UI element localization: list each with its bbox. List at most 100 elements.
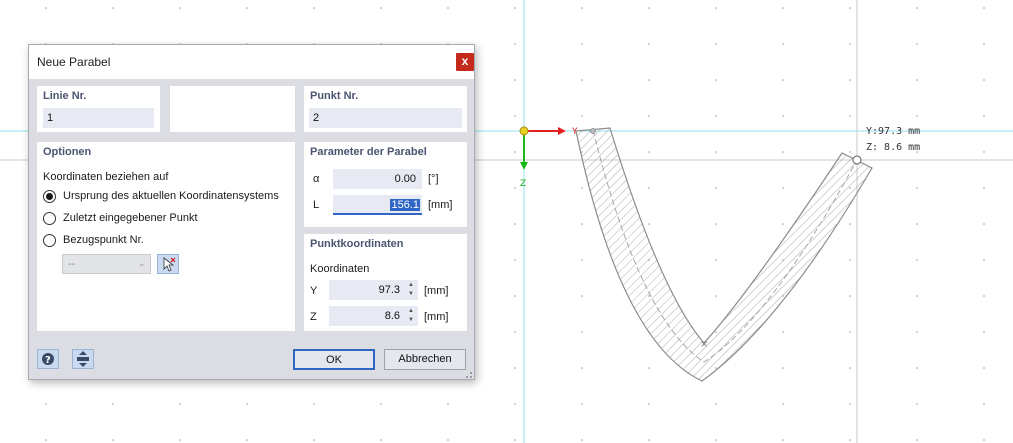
grid-dot	[916, 439, 918, 441]
z-coordinate-spinner[interactable]: ▲ ▼	[406, 307, 416, 325]
parabola-params-panel: Parameter der Parabel α 0.00 [°] L 156.1…	[304, 142, 467, 227]
grid-dot	[514, 295, 516, 297]
radio-last-point-label[interactable]: Zuletzt eingegebener Punkt	[63, 212, 198, 224]
grid-dot	[581, 115, 583, 117]
grid-dot	[648, 439, 650, 441]
start-point-marker[interactable]	[590, 128, 596, 134]
grid-dot	[648, 403, 650, 405]
grid-dot	[782, 79, 784, 81]
grid-dot	[715, 439, 717, 441]
cancel-button[interactable]: Abbrechen	[384, 349, 466, 370]
grid-dot	[849, 43, 851, 45]
grid-dot	[246, 439, 248, 441]
grid-dot	[782, 7, 784, 9]
svg-text:?: ?	[45, 355, 51, 366]
y-coordinate-input[interactable]: 97.3	[329, 280, 418, 300]
pick-parameters-button[interactable]	[72, 349, 94, 369]
reference-point-select[interactable]: -- ⌄	[62, 254, 151, 274]
radio-last-point[interactable]	[43, 212, 56, 225]
grid-dot	[514, 331, 516, 333]
grid-dot	[983, 295, 985, 297]
grid-dot	[916, 115, 918, 117]
grid-dot	[313, 7, 315, 9]
align-arrows-icon	[77, 351, 89, 367]
grid-dot	[313, 403, 315, 405]
line-number-panel: Linie Nr. 1	[37, 86, 160, 132]
radio-reference-point[interactable]	[43, 234, 56, 247]
grid-dot	[782, 115, 784, 117]
grid-dot	[916, 295, 918, 297]
grid-dot	[581, 187, 583, 189]
line-number-input[interactable]: 1	[43, 108, 154, 128]
coordinate-readout-z: Z: 8.6 mm	[866, 142, 921, 153]
y-coordinate-spinner[interactable]: ▲ ▼	[406, 281, 416, 299]
grid-dot	[916, 223, 918, 225]
grid-dot	[782, 439, 784, 441]
point-number-panel: Punkt Nr. 2	[304, 86, 467, 132]
end-point-marker[interactable]	[852, 155, 862, 165]
grid-dot	[45, 7, 47, 9]
grid-dot	[916, 187, 918, 189]
grid-dot	[447, 439, 449, 441]
grid-dot	[45, 403, 47, 405]
grid-dot	[983, 259, 985, 261]
radio-reference-point-label[interactable]: Bezugspunkt Nr.	[63, 234, 144, 246]
point-number-input[interactable]: 2	[309, 108, 462, 128]
options-panel: Optionen Koordinaten beziehen auf Urspru…	[37, 142, 295, 331]
grid-dot	[581, 43, 583, 45]
grid-dot	[983, 151, 985, 153]
origin-point	[519, 126, 529, 136]
alpha-input[interactable]: 0.00	[333, 169, 422, 189]
help-button[interactable]: ?	[37, 349, 59, 369]
grid-dot	[916, 43, 918, 45]
ok-button[interactable]: OK	[293, 349, 375, 370]
grid-dot	[782, 43, 784, 45]
parabola-params-title: Parameter der Parabel	[310, 146, 427, 158]
grid-dot	[715, 295, 717, 297]
close-button[interactable]: x	[456, 53, 474, 71]
parabola-member-section[interactable]	[575, 127, 873, 382]
grid-dot	[849, 367, 851, 369]
grid-dot	[514, 187, 516, 189]
radio-origin-label[interactable]: Ursprung des aktuellen Koordinatensystem…	[63, 190, 279, 202]
grid-dot	[715, 43, 717, 45]
grid-dot	[380, 439, 382, 441]
grid-dot	[983, 79, 985, 81]
grid-dot	[581, 295, 583, 297]
grid-dot	[715, 115, 717, 117]
grid-dot	[514, 223, 516, 225]
grid-dot	[648, 7, 650, 9]
grid-dot	[45, 439, 47, 441]
point-coordinates-panel: Punktkoordinaten Koordinaten Y 97.3 ▲ ▼ […	[304, 234, 467, 331]
point-number-title: Punkt Nr.	[310, 90, 359, 102]
grid-dot	[581, 367, 583, 369]
point-coordinates-title: Punktkoordinaten	[310, 238, 404, 250]
grid-dot	[715, 187, 717, 189]
empty-panel	[170, 86, 295, 132]
z-coordinate-input[interactable]: 8.6	[329, 306, 418, 326]
radio-origin[interactable]	[43, 190, 56, 203]
grid-dot	[983, 367, 985, 369]
grid-dot	[447, 7, 449, 9]
coordinate-readout-y: Y:97.3 mm	[866, 126, 921, 137]
grid-dot	[514, 439, 516, 441]
pick-point-button[interactable]	[157, 254, 179, 274]
grid-dot	[849, 295, 851, 297]
grid-dot	[715, 259, 717, 261]
alpha-unit: [°]	[428, 173, 439, 185]
grid-dot	[715, 79, 717, 81]
coordinates-subtitle: Koordinaten	[310, 263, 370, 275]
dialog-titlebar[interactable]: Neue Parabel x	[29, 45, 474, 79]
grid-dot	[916, 331, 918, 333]
y-coordinate-unit: [mm]	[424, 285, 449, 297]
cursor-pick-icon	[163, 257, 176, 272]
resize-grip-icon[interactable]	[463, 369, 473, 379]
grid-dot	[849, 7, 851, 9]
grid-dot	[849, 439, 851, 441]
grid-dot	[648, 151, 650, 153]
grid-dot	[648, 115, 650, 117]
grid-dot	[648, 187, 650, 189]
new-parabola-dialog: Neue Parabel x Linie Nr. 1 Punkt Nr. 2 O…	[28, 44, 475, 380]
grid-dot	[983, 187, 985, 189]
length-input[interactable]: 156.1	[333, 195, 422, 215]
